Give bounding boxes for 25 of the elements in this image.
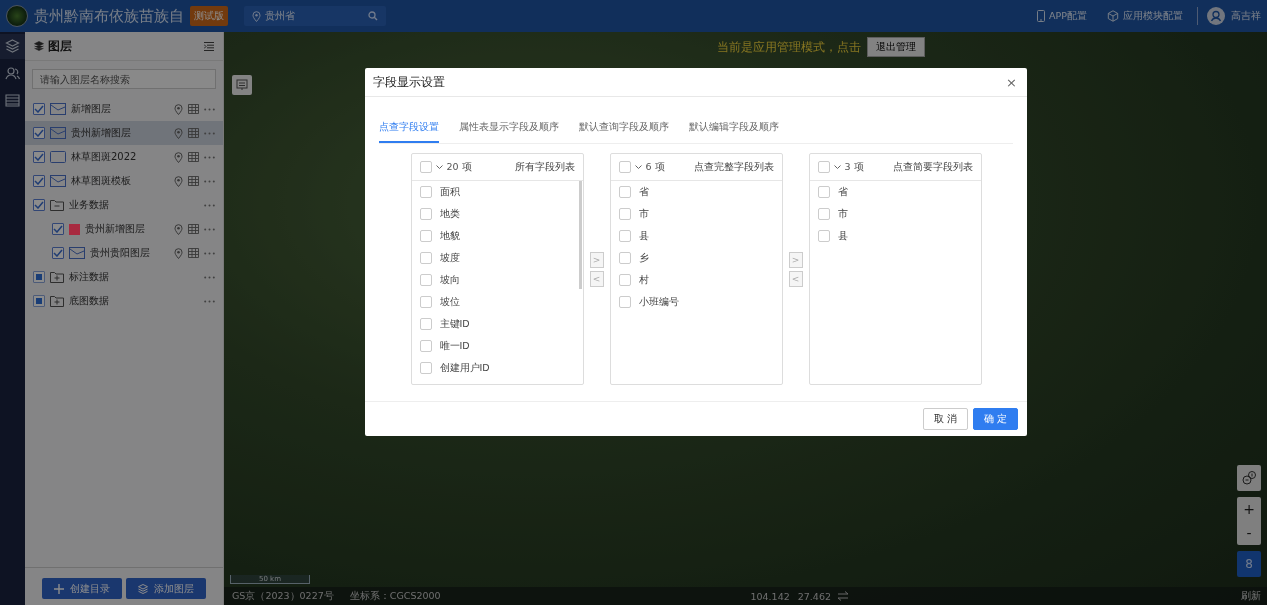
layer-name: 贵州贵阳图层 <box>90 246 150 260</box>
layer-name: 贵州新增图层 <box>85 222 145 236</box>
dialog-title: 字段显示设置 <box>373 73 446 91</box>
layer-name: 贵州新增图层 <box>71 126 131 140</box>
coordinate-system: 坐标系：CGCS2000 <box>349 589 441 603</box>
list-title: 点查完整字段列表 <box>693 160 774 174</box>
layer-name: 林草图斑2022 <box>71 150 137 164</box>
approval-number: GS京（2023）0227号 <box>232 589 334 603</box>
layer-name: 底图数据 <box>69 294 109 308</box>
latitude: 27.462 <box>797 590 831 602</box>
list-title: 点查简要字段列表 <box>892 160 973 174</box>
longitude: 104.142 <box>750 590 790 602</box>
version-badge: 测试版 <box>190 6 228 26</box>
layer-name: 标注数据 <box>69 270 109 284</box>
panel-title: 图层 <box>48 37 72 55</box>
app-title: 贵州黔南布依族苗族自 <box>34 6 184 26</box>
list-title: 所有字段列表 <box>514 160 575 174</box>
zoom-level-badge: 8 <box>1237 551 1261 577</box>
item-count: 6 项 <box>645 160 665 174</box>
item-count: 3 项 <box>844 160 864 174</box>
mode-notice-text: 当前是应用管理模式，点击 <box>716 38 861 56</box>
layer-name: 林草图斑模板 <box>71 174 131 188</box>
layer-name: 新增图层 <box>71 102 111 116</box>
layer-name: 业务数据 <box>69 198 109 212</box>
item-count: 20 项 <box>446 160 472 174</box>
